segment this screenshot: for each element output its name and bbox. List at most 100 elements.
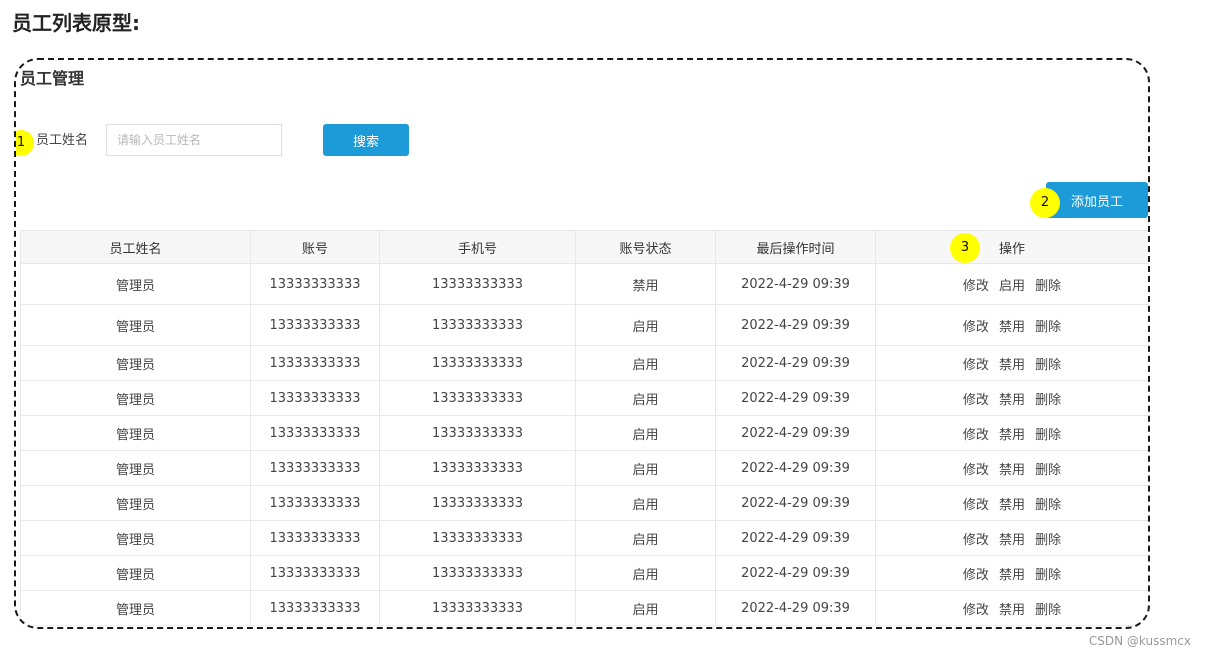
column-header-last-time: 最后操作时间	[715, 230, 876, 264]
search-button[interactable]: 搜索	[323, 124, 409, 156]
cell-status: 启用	[575, 450, 716, 486]
edit-link[interactable]: 修改	[963, 603, 989, 618]
prototype-frame: 员工管理 1 员工姓名 搜索 2 添加员工 3 员工姓名 账号 手机号 账号状态…	[14, 58, 1150, 629]
column-header-account: 账号	[250, 230, 380, 264]
cell-phone: 13333333333	[379, 380, 576, 416]
cell-actions: 修改 禁用 删除	[875, 380, 1148, 416]
cell-name: 管理员	[20, 555, 251, 591]
edit-link[interactable]: 修改	[963, 279, 989, 294]
edit-link[interactable]: 修改	[963, 463, 989, 478]
toggle-status-link[interactable]: 禁用	[999, 393, 1025, 408]
table-row: 管理员 13333333333 13333333333 启用 2022-4-29…	[20, 590, 1148, 626]
cell-actions: 修改 启用 删除	[875, 263, 1148, 305]
cell-phone: 13333333333	[379, 520, 576, 556]
cell-actions: 修改 禁用 删除	[875, 304, 1148, 346]
cell-account: 13333333333	[250, 345, 380, 381]
cell-phone: 13333333333	[379, 415, 576, 451]
edit-link[interactable]: 修改	[963, 358, 989, 373]
delete-link[interactable]: 删除	[1035, 603, 1061, 618]
edit-link[interactable]: 修改	[963, 568, 989, 583]
cell-name: 管理员	[20, 263, 251, 305]
edit-link[interactable]: 修改	[963, 498, 989, 513]
cell-name: 管理员	[20, 304, 251, 346]
cell-last-time: 2022-4-29 09:39	[715, 450, 876, 486]
section-title: 员工管理	[20, 69, 85, 88]
cell-account: 13333333333	[250, 263, 380, 305]
cell-status: 启用	[575, 555, 716, 591]
cell-phone: 13333333333	[379, 555, 576, 591]
cell-last-time: 2022-4-29 09:39	[715, 380, 876, 416]
edit-link[interactable]: 修改	[963, 320, 989, 335]
employee-table: 员工姓名 账号 手机号 账号状态 最后操作时间 操作 管理员 133333333…	[20, 230, 1148, 626]
edit-link[interactable]: 修改	[963, 428, 989, 443]
delete-link[interactable]: 删除	[1035, 320, 1061, 335]
cell-name: 管理员	[20, 485, 251, 521]
cell-status: 启用	[575, 415, 716, 451]
delete-link[interactable]: 删除	[1035, 279, 1061, 294]
edit-link[interactable]: 修改	[963, 533, 989, 548]
cell-account: 13333333333	[250, 450, 380, 486]
annotation-marker-1: 1	[16, 130, 34, 156]
delete-link[interactable]: 删除	[1035, 358, 1061, 373]
table-row: 管理员 13333333333 13333333333 启用 2022-4-29…	[20, 415, 1148, 451]
annotation-marker-3: 3	[950, 233, 980, 263]
table-row: 管理员 13333333333 13333333333 启用 2022-4-29…	[20, 304, 1148, 346]
cell-account: 13333333333	[250, 555, 380, 591]
page-heading: 员工列表原型:	[12, 11, 140, 35]
cell-name: 管理员	[20, 590, 251, 626]
cell-actions: 修改 禁用 删除	[875, 555, 1148, 591]
cell-account: 13333333333	[250, 304, 380, 346]
cell-name: 管理员	[20, 450, 251, 486]
toggle-status-link[interactable]: 禁用	[999, 358, 1025, 373]
table-row: 管理员 13333333333 13333333333 启用 2022-4-29…	[20, 485, 1148, 521]
cell-last-time: 2022-4-29 09:39	[715, 304, 876, 346]
toggle-status-link[interactable]: 禁用	[999, 463, 1025, 478]
toggle-status-link[interactable]: 禁用	[999, 533, 1025, 548]
table-row: 管理员 13333333333 13333333333 启用 2022-4-29…	[20, 555, 1148, 591]
delete-link[interactable]: 删除	[1035, 463, 1061, 478]
column-header-name: 员工姓名	[20, 230, 251, 264]
search-label: 员工姓名	[36, 133, 89, 148]
delete-link[interactable]: 删除	[1035, 393, 1061, 408]
cell-phone: 13333333333	[379, 304, 576, 346]
toggle-status-link[interactable]: 禁用	[999, 498, 1025, 513]
cell-name: 管理员	[20, 380, 251, 416]
delete-link[interactable]: 删除	[1035, 533, 1061, 548]
toggle-status-link[interactable]: 禁用	[999, 428, 1025, 443]
column-header-phone: 手机号	[379, 230, 576, 264]
cell-last-time: 2022-4-29 09:39	[715, 485, 876, 521]
cell-account: 13333333333	[250, 485, 380, 521]
cell-account: 13333333333	[250, 590, 380, 626]
toggle-status-link[interactable]: 禁用	[999, 603, 1025, 618]
cell-last-time: 2022-4-29 09:39	[715, 590, 876, 626]
cell-name: 管理员	[20, 415, 251, 451]
cell-status: 启用	[575, 520, 716, 556]
name-search-input[interactable]	[106, 124, 282, 156]
cell-actions: 修改 禁用 删除	[875, 520, 1148, 556]
cell-phone: 13333333333	[379, 345, 576, 381]
delete-link[interactable]: 删除	[1035, 428, 1061, 443]
cell-last-time: 2022-4-29 09:39	[715, 555, 876, 591]
table-row: 管理员 13333333333 13333333333 启用 2022-4-29…	[20, 380, 1148, 416]
cell-name: 管理员	[20, 345, 251, 381]
cell-phone: 13333333333	[379, 485, 576, 521]
cell-last-time: 2022-4-29 09:39	[715, 345, 876, 381]
delete-link[interactable]: 删除	[1035, 568, 1061, 583]
toggle-status-link[interactable]: 禁用	[999, 320, 1025, 335]
cell-status: 启用	[575, 304, 716, 346]
edit-link[interactable]: 修改	[963, 393, 989, 408]
table-row: 管理员 13333333333 13333333333 启用 2022-4-29…	[20, 520, 1148, 556]
cell-actions: 修改 禁用 删除	[875, 590, 1148, 626]
cell-phone: 13333333333	[379, 590, 576, 626]
delete-link[interactable]: 删除	[1035, 498, 1061, 513]
cell-phone: 13333333333	[379, 263, 576, 305]
add-employee-button[interactable]: 添加员工	[1046, 182, 1148, 218]
cell-actions: 修改 禁用 删除	[875, 485, 1148, 521]
table-row: 管理员 13333333333 13333333333 启用 2022-4-29…	[20, 450, 1148, 486]
cell-status: 启用	[575, 380, 716, 416]
cell-last-time: 2022-4-29 09:39	[715, 520, 876, 556]
cell-account: 13333333333	[250, 380, 380, 416]
toggle-status-link[interactable]: 禁用	[999, 568, 1025, 583]
toggle-status-link[interactable]: 启用	[999, 279, 1025, 294]
cell-actions: 修改 禁用 删除	[875, 415, 1148, 451]
